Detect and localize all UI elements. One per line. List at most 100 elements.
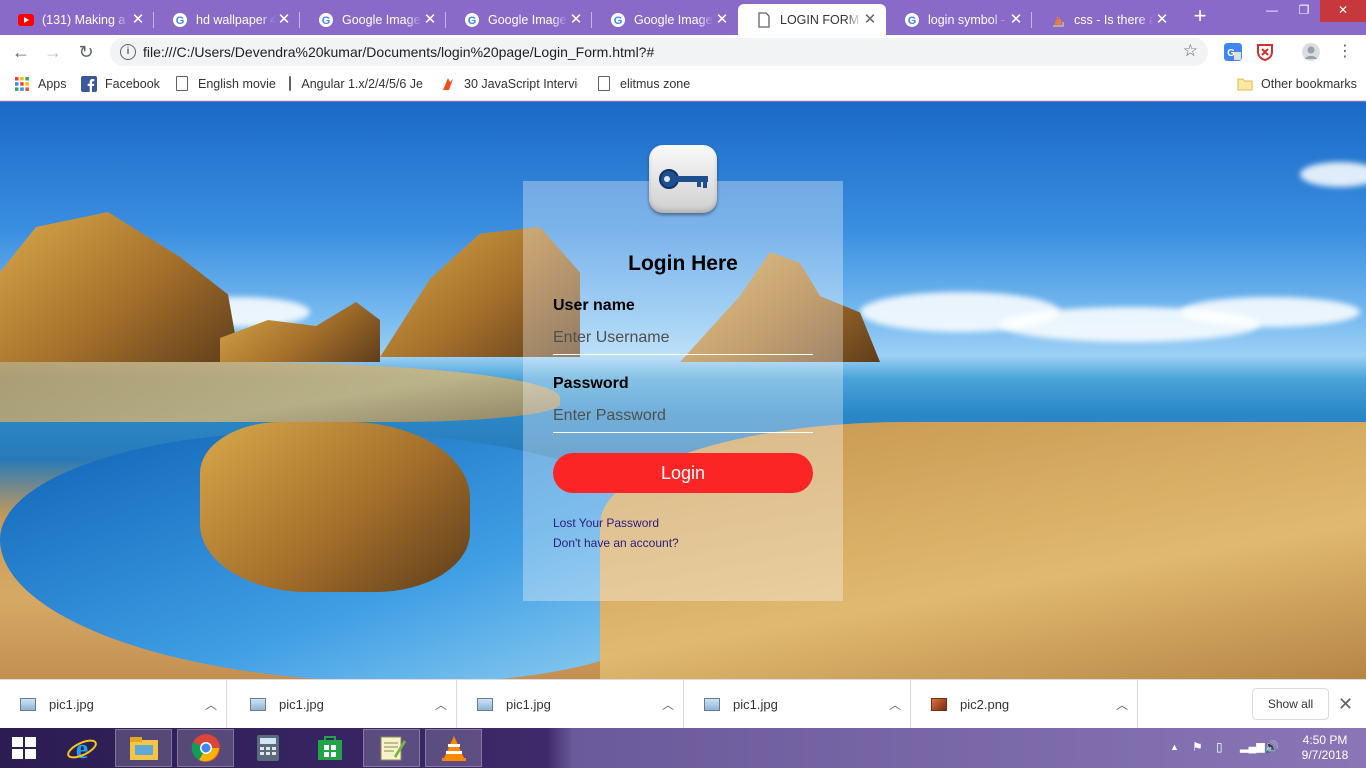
info-icon[interactable]: i [120, 44, 136, 60]
close-icon[interactable]: ✕ [568, 11, 584, 28]
google-translate-icon[interactable]: G [1224, 43, 1242, 61]
svg-text:G: G [614, 15, 623, 27]
page-viewport: Login Here User name Password Login Lost… [0, 102, 1366, 679]
tab-login-symbol[interactable]: G login symbol - Go ✕ [886, 4, 1032, 35]
bookmark-label: Apps [38, 77, 67, 91]
new-tab-button[interactable]: + [1188, 5, 1212, 29]
url-text[interactable]: file:///C:/Users/Devendra%20kumar/Docume… [143, 44, 654, 60]
system-clock[interactable]: 4:50 PM 9/7/2018 [1290, 733, 1360, 763]
download-filename: pic1.jpg [733, 697, 778, 712]
bookmark-apps[interactable]: Apps [14, 76, 67, 92]
tab-title: LOGIN FORM [780, 12, 860, 27]
bookmarks-bar: Apps Facebook English movie Angular 1.x/… [0, 69, 1366, 101]
page-icon [289, 76, 292, 91]
tab-title: css - Is there a w [1074, 12, 1154, 27]
calculator-icon[interactable] [239, 729, 296, 767]
chrome-icon[interactable] [177, 729, 234, 767]
window-close-icon[interactable]: ✕ [1320, 0, 1366, 22]
close-icon[interactable]: ✕ [276, 11, 292, 28]
signup-link[interactable]: Don't have an account? [553, 536, 679, 550]
bookmark-english-movie[interactable]: English movie [174, 76, 276, 91]
tab-title: (131) Making a [42, 12, 126, 27]
windows-taskbar: e ▲ ⚑ ▯ ▂▄▆ 🔊 4:50 PM 9/7/2018 [0, 728, 1366, 768]
download-filename: pic1.jpg [506, 697, 551, 712]
close-icon[interactable]: ✕ [1008, 11, 1024, 28]
download-filename: pic1.jpg [49, 697, 94, 712]
bookmark-label: English movie [198, 76, 276, 91]
login-button[interactable]: Login [553, 453, 813, 493]
download-filename: pic1.jpg [279, 697, 324, 712]
bookmark-javascript-interview[interactable]: 30 JavaScript Intervie [440, 76, 578, 92]
internet-explorer-icon[interactable]: e [53, 729, 110, 767]
download-item[interactable]: pic1.jpg ︿ [0, 680, 227, 729]
download-item[interactable]: pic1.jpg ︿ [457, 680, 684, 729]
password-input[interactable] [553, 399, 813, 433]
chevron-up-icon[interactable]: ︿ [426, 696, 456, 713]
tab-stackoverflow[interactable]: css - Is there a w ✕ [1032, 4, 1178, 35]
tab-google-image-3[interactable]: G Google Image Re ✕ [592, 4, 738, 35]
close-icon[interactable]: ✕ [714, 11, 730, 28]
page-icon [758, 11, 770, 28]
key-icon [649, 145, 717, 213]
downloads-shelf: pic1.jpg ︿ pic1.jpg ︿ pic1.jpg ︿ pic1.jp… [0, 679, 1366, 729]
download-item[interactable]: pic1.jpg ︿ [684, 680, 911, 729]
bookmark-elitmus-zone[interactable]: elitmus zone [596, 76, 690, 91]
windows-start-icon[interactable] [12, 737, 38, 759]
other-bookmarks[interactable]: Other bookmarks [1237, 76, 1357, 92]
show-all-button[interactable]: Show all [1252, 688, 1329, 720]
minimize-icon[interactable]: — [1258, 0, 1286, 22]
codementor-icon [443, 78, 453, 90]
chevron-up-icon[interactable]: ︿ [880, 696, 910, 713]
file-explorer-icon[interactable] [115, 729, 172, 767]
volume-icon[interactable]: 🔊 [1264, 740, 1279, 754]
bookmark-star-icon[interactable]: ☆ [1183, 41, 1198, 61]
clock-date: 9/7/2018 [1301, 748, 1349, 762]
profile-avatar-icon[interactable] [1302, 43, 1320, 61]
stackoverflow-icon [1053, 16, 1064, 27]
lost-password-link[interactable]: Lost Your Password [553, 516, 659, 530]
apps-grid-icon [15, 77, 29, 91]
password-label: Password [553, 375, 629, 392]
download-item[interactable]: pic1.jpg ︿ [230, 680, 457, 729]
action-center-flag-icon[interactable]: ⚑ [1192, 740, 1203, 754]
close-icon[interactable]: ✕ [1338, 694, 1353, 715]
bookmark-angular[interactable]: Angular 1.x/2/4/5/6 Je [287, 76, 423, 91]
menu-kebab-icon[interactable]: ⋮ [1333, 40, 1357, 64]
vlc-icon[interactable] [425, 729, 482, 767]
chevron-up-icon[interactable]: ︿ [653, 696, 683, 713]
close-icon[interactable]: ✕ [862, 11, 878, 28]
bookmark-label: Other bookmarks [1261, 77, 1357, 91]
notepad-plus-plus-icon[interactable] [363, 729, 420, 767]
tray-chevron-up-icon[interactable]: ▲ [1170, 742, 1179, 752]
store-icon[interactable] [301, 729, 358, 767]
restore-icon[interactable]: ❐ [1290, 0, 1318, 22]
battery-icon[interactable]: ▯ [1216, 740, 1223, 754]
back-arrow-icon[interactable]: ← [9, 40, 33, 64]
tab-title: Google Image Re [488, 12, 568, 27]
tab-google-image-2[interactable]: G Google Image Re ✕ [446, 4, 592, 35]
network-signal-icon[interactable]: ▂▄▆ [1240, 740, 1265, 753]
tab-title: Google Image Re [342, 12, 422, 27]
tab-youtube[interactable]: (131) Making a ✕ [0, 4, 154, 35]
chevron-up-icon[interactable]: ︿ [196, 696, 226, 713]
username-input[interactable] [553, 321, 813, 355]
bookmark-label: Facebook [105, 77, 160, 91]
folder-icon [1237, 78, 1253, 91]
forward-arrow-icon[interactable]: → [41, 40, 65, 64]
tab-google-hd-wallpaper[interactable]: G hd wallpaper 4k ✕ [154, 4, 300, 35]
tab-title: hd wallpaper 4k [196, 12, 276, 27]
close-icon[interactable]: ✕ [422, 11, 438, 28]
tab-title: Google Image Re [634, 12, 714, 27]
download-item[interactable]: pic2.png ︿ [911, 680, 1138, 729]
image-file-icon [250, 698, 266, 711]
chevron-up-icon[interactable]: ︿ [1107, 696, 1137, 713]
tab-login-form[interactable]: LOGIN FORM ✕ [738, 4, 886, 35]
tab-title: login symbol - Go [928, 12, 1008, 27]
bookmark-facebook[interactable]: Facebook [81, 76, 160, 92]
tab-google-image-1[interactable]: G Google Image Re ✕ [300, 4, 446, 35]
close-icon[interactable]: ✕ [1154, 11, 1170, 28]
address-bar[interactable]: i file:///C:/Users/Devendra%20kumar/Docu… [110, 38, 1208, 66]
reload-icon[interactable]: ↻ [74, 40, 98, 64]
adblock-shield-icon[interactable] [1256, 43, 1274, 61]
close-icon[interactable]: ✕ [130, 11, 146, 28]
